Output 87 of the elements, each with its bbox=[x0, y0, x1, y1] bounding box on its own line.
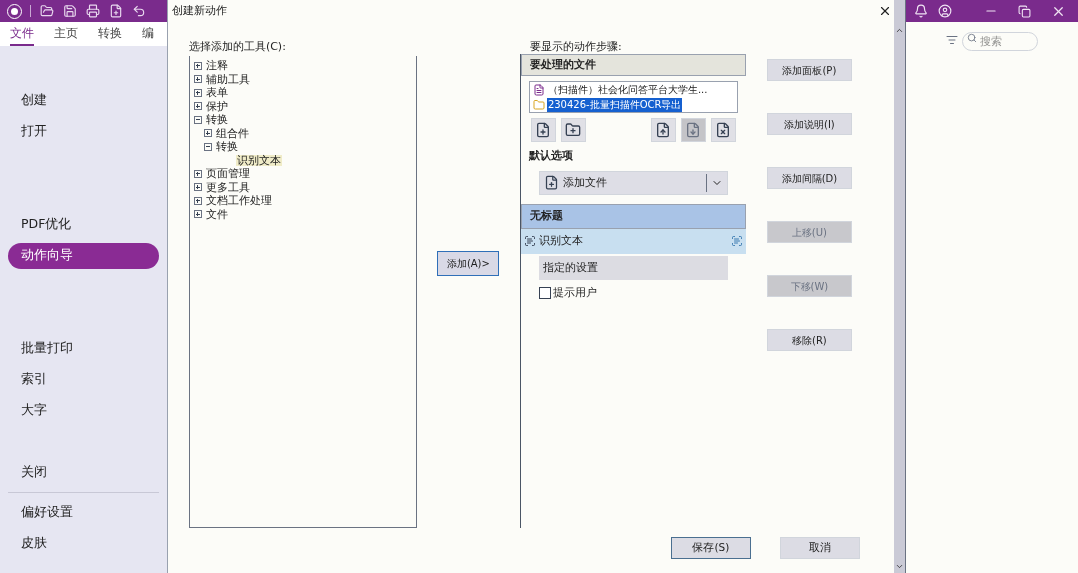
add-button[interactable]: 添加(A)> bbox=[437, 251, 500, 276]
folder-icon[interactable] bbox=[40, 4, 54, 18]
tree-item[interactable]: 转换 bbox=[204, 114, 229, 126]
ribbon-tab[interactable]: 文件 bbox=[10, 24, 34, 46]
expand-icon[interactable] bbox=[193, 183, 202, 192]
tree-item[interactable]: 组合件 bbox=[214, 127, 250, 139]
default-option-dropdown[interactable]: 添加文件 bbox=[538, 170, 728, 195]
checkbox-label: 提示用户 bbox=[552, 284, 597, 300]
menu-item[interactable]: 偏好设置 bbox=[8, 499, 159, 526]
expand-icon[interactable] bbox=[193, 88, 202, 97]
add-file-button[interactable] bbox=[530, 118, 556, 142]
ribbon-tab[interactable]: 转换 bbox=[98, 24, 122, 46]
tree-item[interactable]: 页面管理 bbox=[204, 168, 251, 180]
side-button[interactable]: 移除(R) bbox=[766, 329, 852, 351]
menu-item[interactable]: 打开 bbox=[8, 118, 159, 145]
tree-item[interactable]: 表单 bbox=[204, 87, 229, 99]
tree-item[interactable]: 文档工作处理 bbox=[204, 195, 273, 207]
collapse-icon[interactable] bbox=[203, 142, 212, 151]
side-button[interactable]: 添加面板(P) bbox=[766, 59, 852, 81]
section-header: 要处理的文件 bbox=[520, 54, 746, 76]
search-field[interactable]: 搜索 bbox=[962, 32, 1038, 51]
tools-label: 选择添加的工具(C): bbox=[188, 39, 287, 55]
menu-item[interactable]: 皮肤 bbox=[8, 530, 159, 557]
save-button[interactable]: 保存(S) bbox=[670, 537, 751, 559]
menu-item[interactable]: PDF优化 bbox=[8, 211, 159, 238]
filter-icon[interactable] bbox=[946, 34, 958, 46]
file-list-item[interactable]: （扫描件）社会化问答平台大学生... bbox=[546, 83, 709, 98]
checkbox[interactable] bbox=[538, 286, 551, 299]
menu-item[interactable]: 创建 bbox=[8, 87, 159, 114]
collapse-icon[interactable] bbox=[193, 115, 202, 124]
menu-item[interactable]: 批量打印 bbox=[8, 335, 159, 362]
tree-item[interactable]: 辅助工具 bbox=[204, 73, 251, 85]
expand-icon[interactable] bbox=[203, 129, 212, 138]
dialog-title: 创建新动作 bbox=[171, 2, 227, 19]
tree-item[interactable]: 识别文本 bbox=[235, 154, 282, 166]
menu-item[interactable]: 大字 bbox=[8, 397, 159, 424]
bell-icon[interactable] bbox=[914, 4, 928, 18]
menu-item[interactable]: 索引 bbox=[8, 366, 159, 393]
cancel-button[interactable]: 取消 bbox=[779, 537, 860, 559]
step-icon bbox=[523, 235, 536, 248]
scroll-down-icon[interactable] bbox=[895, 562, 905, 571]
ocr-icon bbox=[730, 235, 743, 248]
add-folder-icon bbox=[565, 122, 582, 138]
add-file-icon bbox=[543, 175, 559, 191]
expand-icon[interactable] bbox=[193, 102, 202, 111]
move-down-icon bbox=[685, 122, 702, 138]
side-button[interactable]: 添加间隔(D) bbox=[766, 167, 852, 189]
printer-icon[interactable] bbox=[86, 4, 100, 18]
menu-item[interactable]: 关闭 bbox=[8, 459, 159, 486]
file-list-item[interactable]: 230426-批量扫描件OCR导出 bbox=[546, 97, 683, 112]
tree-item[interactable]: 注释 bbox=[204, 60, 229, 72]
move-up-icon bbox=[655, 122, 672, 138]
app-logo-icon bbox=[8, 4, 21, 18]
step-group-header: 无标题 bbox=[520, 203, 746, 229]
undo-icon[interactable] bbox=[132, 4, 146, 18]
expand-icon[interactable] bbox=[193, 210, 202, 219]
tools-tree[interactable]: 注释 辅助工具 表单 保护 转换 组合件 转换 识别文本 页面管理 更多工具 文档工作处理 文件 bbox=[188, 56, 417, 528]
new-file-icon[interactable] bbox=[109, 4, 123, 18]
expand-icon[interactable] bbox=[193, 196, 202, 205]
scrollbar[interactable] bbox=[894, 0, 906, 573]
remove-button[interactable] bbox=[710, 118, 736, 142]
user-icon[interactable] bbox=[938, 4, 952, 18]
settings-field[interactable]: 指定的设置 bbox=[538, 255, 728, 280]
move-up-button[interactable] bbox=[650, 118, 676, 142]
ribbon-tab[interactable]: 主页 bbox=[54, 24, 78, 46]
tree-item[interactable]: 更多工具 bbox=[204, 181, 251, 193]
expand-icon[interactable] bbox=[193, 169, 202, 178]
tree-item[interactable]: 保护 bbox=[204, 100, 229, 112]
tree-item[interactable]: 转换 bbox=[214, 141, 239, 153]
action-step[interactable]: 识别文本 bbox=[520, 228, 746, 254]
ribbon-tab[interactable]: 编 bbox=[142, 24, 154, 46]
expand-icon[interactable] bbox=[193, 75, 202, 84]
remove-icon bbox=[715, 122, 732, 138]
side-button[interactable]: 添加说明(I) bbox=[766, 113, 852, 135]
pdf-file-icon bbox=[532, 84, 545, 97]
scroll-up-icon[interactable] bbox=[895, 26, 905, 35]
tree-item[interactable]: 文件 bbox=[204, 208, 229, 220]
add-folder-button[interactable] bbox=[560, 118, 586, 142]
save-icon[interactable] bbox=[63, 4, 77, 18]
search-icon bbox=[967, 32, 977, 43]
menu-item[interactable]: 动作向导 bbox=[8, 242, 159, 269]
restore-icon[interactable] bbox=[1018, 4, 1031, 18]
folder-icon bbox=[532, 98, 545, 111]
section-label: 默认选项 bbox=[527, 148, 574, 163]
expand-icon[interactable] bbox=[193, 61, 202, 70]
add-file-icon bbox=[535, 122, 552, 138]
steps-label: 要显示的动作步骤: bbox=[528, 39, 623, 54]
